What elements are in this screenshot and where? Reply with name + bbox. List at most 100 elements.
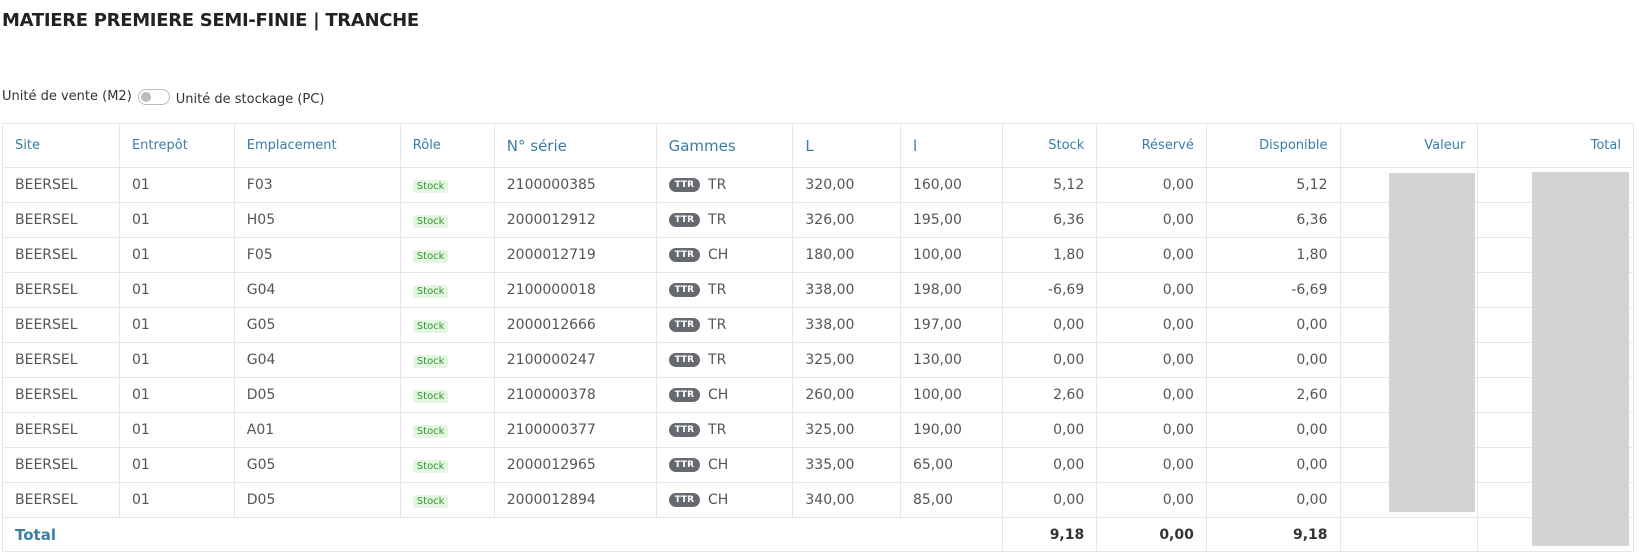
total-valeur-cell (1339, 517, 1479, 552)
cell-site: BEERSEL (2, 412, 120, 448)
cell-reserve: 0,00 (1096, 342, 1207, 378)
cell-serie: 2100000247 (493, 342, 657, 378)
cell-disponible: 5,12 (1205, 167, 1341, 203)
role-badge: Stock (412, 250, 449, 263)
role-badge: Stock (412, 390, 449, 403)
cell-width: 130,00 (899, 342, 1004, 378)
col-header-site[interactable]: Site (2, 123, 120, 168)
table-header-row: Site Entrepôt Emplacement Rôle N° série … (2, 123, 1634, 168)
cell-entrepot: 01 (118, 272, 235, 308)
gamme-badge: TTR (668, 318, 701, 332)
col-header-total[interactable]: Total (1477, 123, 1634, 168)
role-badge: Stock (412, 495, 449, 508)
col-header-gammes[interactable]: Gammes (655, 123, 794, 168)
cell-gammes: TTR TR (655, 272, 794, 308)
cell-role: Stock (399, 447, 495, 483)
cell-length: 326,00 (792, 202, 901, 238)
role-badge: Stock (412, 355, 449, 368)
cell-reserve: 0,00 (1096, 307, 1207, 343)
cell-disponible: 0,00 (1205, 447, 1341, 483)
cell-length: 180,00 (792, 237, 901, 273)
gamme-code: CH (708, 387, 729, 403)
cell-length: 340,00 (792, 482, 901, 518)
cell-disponible: 0,00 (1205, 482, 1341, 518)
cell-emplacement: D05 (233, 482, 401, 518)
col-header-disponible[interactable]: Disponible (1205, 123, 1341, 168)
cell-length: 325,00 (792, 342, 901, 378)
cell-stock: 1,80 (1002, 237, 1098, 273)
cell-reserve: 0,00 (1096, 447, 1207, 483)
cell-stock: 5,12 (1002, 167, 1098, 203)
cell-stock: 0,00 (1002, 342, 1098, 378)
col-header-serie[interactable]: N° série (493, 123, 657, 168)
gamme-code: TR (708, 212, 727, 228)
cell-role: Stock (399, 412, 495, 448)
cell-emplacement: A01 (233, 412, 401, 448)
cell-serie: 2000012912 (493, 202, 657, 238)
cell-reserve: 0,00 (1096, 202, 1207, 238)
cell-gammes: TTR TR (655, 412, 794, 448)
col-header-width[interactable]: l (899, 123, 1004, 168)
cell-site: BEERSEL (2, 342, 120, 378)
cell-reserve: 0,00 (1096, 412, 1207, 448)
cell-emplacement: F03 (233, 167, 401, 203)
cell-emplacement: H05 (233, 202, 401, 238)
cell-role: Stock (399, 377, 495, 413)
role-badge: Stock (412, 425, 449, 438)
cell-stock: 0,00 (1002, 307, 1098, 343)
cell-gammes: TTR TR (655, 342, 794, 378)
cell-serie: 2100000378 (493, 377, 657, 413)
cell-role: Stock (399, 167, 495, 203)
cell-entrepot: 01 (118, 237, 235, 273)
cell-role: Stock (399, 307, 495, 343)
cell-disponible: 0,00 (1205, 342, 1341, 378)
cell-gammes: TTR CH (655, 377, 794, 413)
cell-disponible: 0,00 (1205, 307, 1341, 343)
cell-disponible: 2,60 (1205, 377, 1341, 413)
col-header-entrepot[interactable]: Entrepôt (118, 123, 235, 168)
totals-row: Total 9,18 0,00 9,18 (1, 517, 1634, 552)
cell-site: BEERSEL (2, 167, 120, 203)
total-reserve: 0,00 (1096, 517, 1207, 552)
gamme-badge: TTR (668, 458, 701, 472)
cell-emplacement: G04 (233, 272, 401, 308)
total-redaction-block (1532, 172, 1629, 546)
unit-toggle-row: Unité de vente (M2) Unité de stockage (P… (2, 86, 324, 107)
col-header-stock[interactable]: Stock (1002, 123, 1098, 168)
role-badge: Stock (412, 320, 449, 333)
cell-disponible: -6,69 (1205, 272, 1341, 308)
col-header-reserve[interactable]: Réservé (1096, 123, 1207, 168)
gamme-badge: TTR (668, 178, 701, 192)
gamme-badge: TTR (668, 283, 701, 297)
gamme-code: TR (708, 317, 727, 333)
col-header-length[interactable]: L (792, 123, 901, 168)
cell-length: 335,00 (792, 447, 901, 483)
storage-unit-label: Unité de stockage (PC) (175, 92, 325, 107)
cell-length: 320,00 (792, 167, 901, 203)
cell-length: 325,00 (792, 412, 901, 448)
cell-entrepot: 01 (118, 412, 235, 448)
cell-stock: 6,36 (1002, 202, 1098, 238)
cell-entrepot: 01 (118, 482, 235, 518)
cell-emplacement: G05 (233, 447, 401, 483)
cell-site: BEERSEL (2, 447, 120, 483)
gamme-badge: TTR (668, 213, 701, 227)
cell-disponible: 6,36 (1205, 202, 1341, 238)
cell-serie: 2000012894 (493, 482, 657, 518)
cell-gammes: TTR CH (655, 237, 794, 273)
unit-toggle-switch[interactable] (137, 88, 170, 105)
cell-width: 198,00 (899, 272, 1004, 308)
cell-emplacement: G05 (233, 307, 401, 343)
role-badge: Stock (412, 285, 449, 298)
col-header-valeur[interactable]: Valeur (1339, 123, 1479, 168)
cell-reserve: 0,00 (1096, 272, 1207, 308)
cell-serie: 2100000385 (493, 167, 657, 203)
gamme-code: TR (708, 282, 727, 298)
cell-gammes: TTR TR (655, 307, 794, 343)
cell-serie: 2000012666 (493, 307, 657, 343)
col-header-emplacement[interactable]: Emplacement (233, 123, 401, 168)
cell-role: Stock (399, 342, 495, 378)
gamme-code: TR (708, 422, 727, 438)
col-header-role[interactable]: Rôle (399, 123, 495, 168)
cell-site: BEERSEL (2, 272, 120, 308)
